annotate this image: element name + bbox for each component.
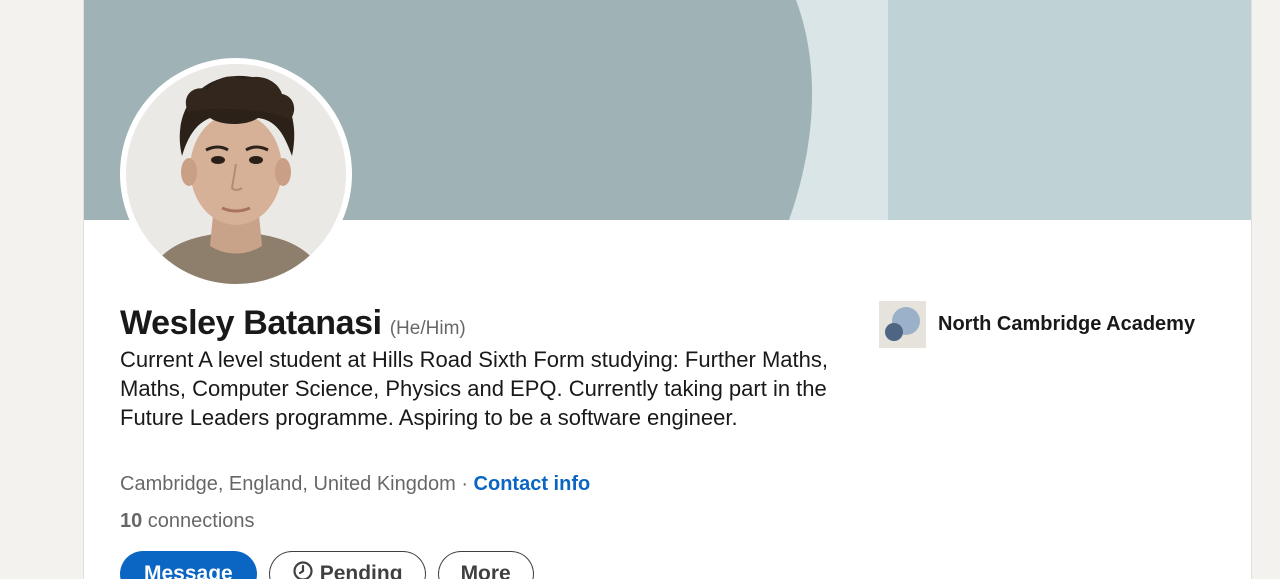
message-button-label: Message	[144, 562, 233, 579]
connections-label: connections	[142, 510, 255, 532]
connections-count: 10	[120, 510, 143, 532]
clock-icon	[292, 560, 314, 579]
name-row: Wesley Batanasi (He/Him)	[120, 304, 466, 343]
pending-button[interactable]: Pending	[268, 551, 426, 579]
profile-name: Wesley Batanasi	[120, 304, 382, 342]
message-button[interactable]: Message	[120, 551, 257, 579]
profile-headline: Current A level student at Hills Road Si…	[120, 347, 828, 430]
profile-pronouns: (He/Him)	[389, 318, 466, 339]
location-separator: ·	[455, 473, 474, 495]
profile-card: Wesley Batanasi (He/Him) Current A level…	[83, 0, 1252, 579]
connections-link[interactable]: 10 connections	[120, 510, 255, 533]
location-row: Cambridge, England, United Kingdom · Con…	[120, 473, 590, 496]
profile-actions: Message Pending More	[120, 551, 534, 579]
organization-logo	[879, 301, 926, 348]
overlapping-circles-logo	[879, 301, 926, 348]
profile-location: Cambridge, England, United Kingdom	[120, 473, 456, 495]
organization-name: North Cambridge Academy	[938, 313, 1196, 335]
organization-link[interactable]: North Cambridge Academy	[879, 301, 1195, 348]
more-button-label: More	[460, 562, 511, 579]
profile-photo[interactable]	[120, 58, 352, 290]
avatar-image	[126, 64, 346, 284]
pending-button-label: Pending	[319, 562, 403, 579]
more-button[interactable]: More	[437, 551, 534, 579]
contact-info-link[interactable]: Contact info	[474, 473, 591, 495]
